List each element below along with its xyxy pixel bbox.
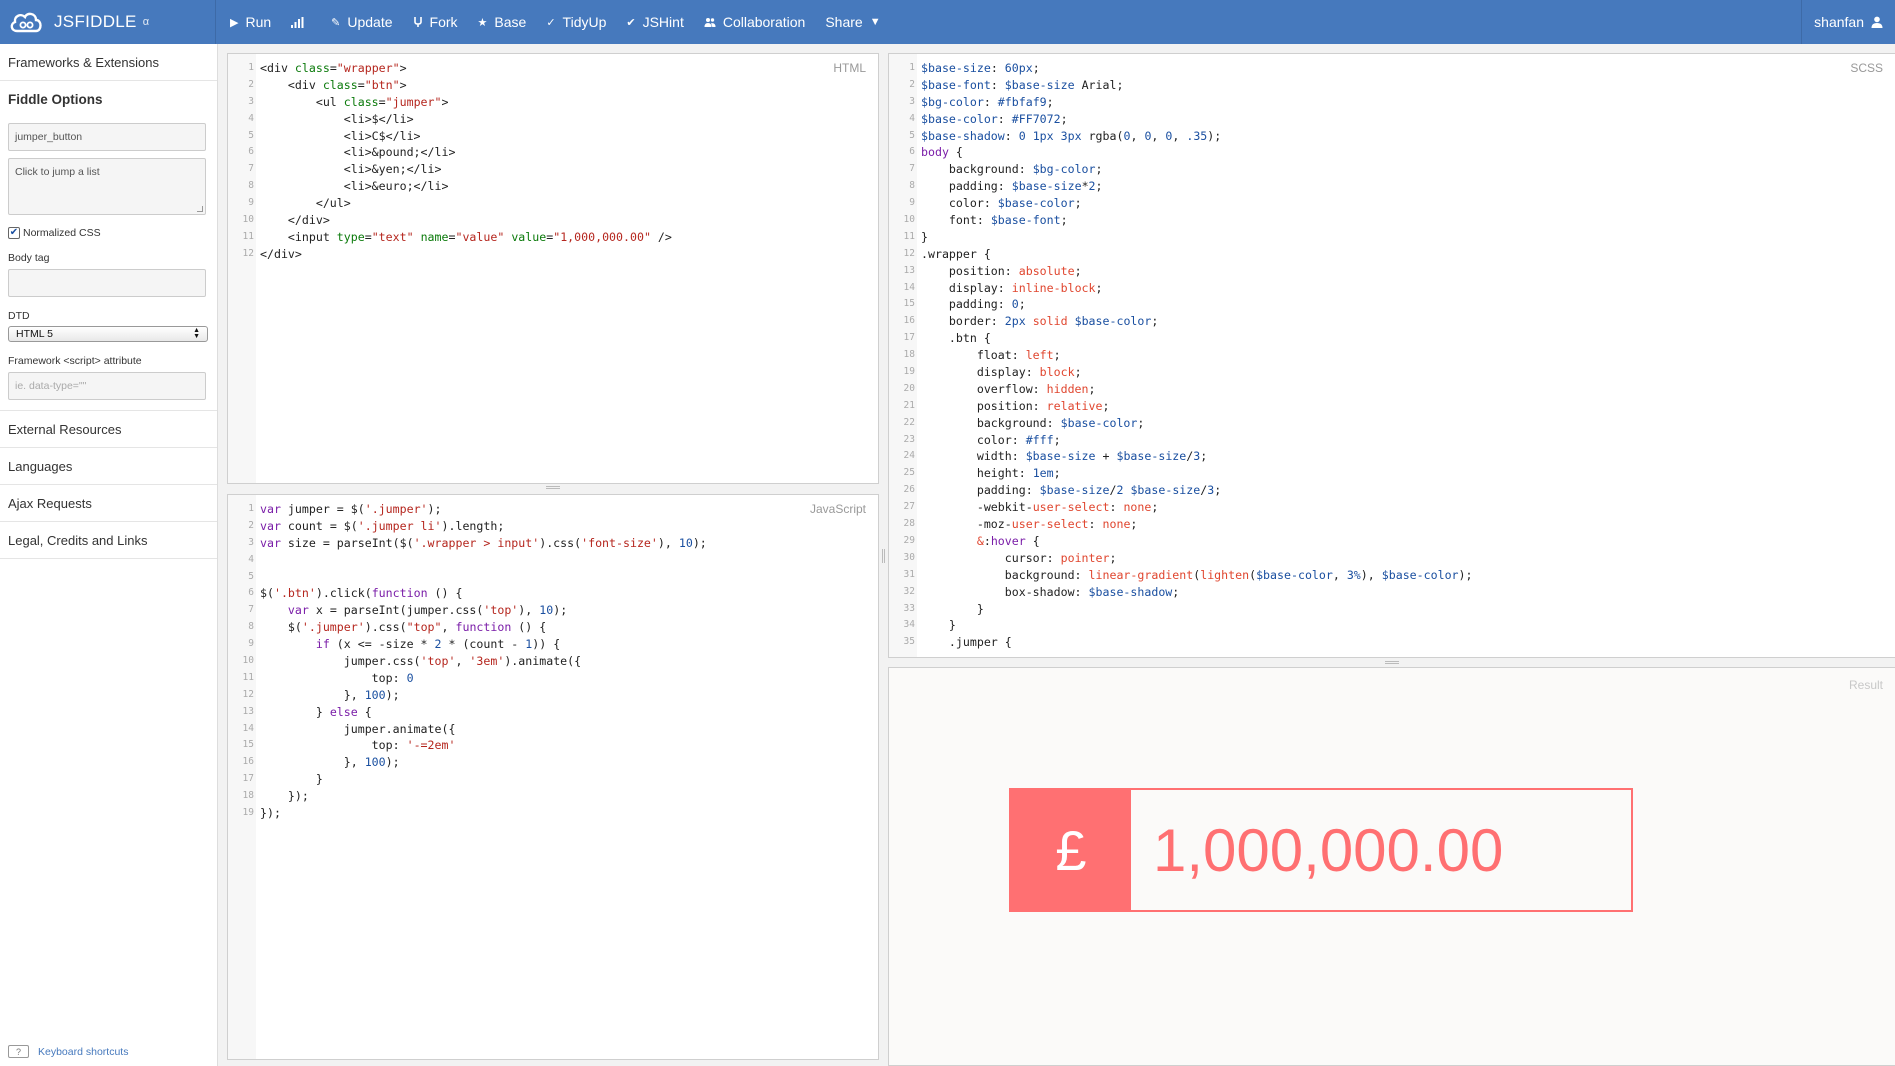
bar-chart-icon: [291, 16, 304, 28]
body-tag-label: Body tag: [8, 252, 50, 264]
run-label: Run: [245, 14, 272, 30]
horizontal-resize-handle[interactable]: [1385, 661, 1399, 664]
css-editor-panel[interactable]: SCSS 1 $base-size: 60px; 2 $base-font: $ba…: [888, 53, 1895, 658]
framework-attr-placeholder: ie. data-type="": [15, 380, 87, 392]
sidebar-item-label: Legal, Credits and Links: [8, 532, 148, 548]
base-label: Base: [494, 14, 527, 30]
currency-symbol: £: [1055, 818, 1087, 882]
sidebar-item-languages[interactable]: Languages: [0, 448, 217, 485]
vertical-resize-handle[interactable]: [882, 549, 885, 563]
fiddle-name-value: jumper_button: [15, 131, 83, 143]
stats-button[interactable]: [281, 0, 321, 44]
brand-badge: α: [142, 16, 150, 28]
tidyup-label: TidyUp: [562, 14, 607, 30]
users-icon: [704, 18, 716, 27]
scss-panel-label: SCSS: [1838, 61, 1895, 75]
top-bar: JSFIDDLE α ▶ Run ✎ Update Fork ★ Base ✓ …: [0, 0, 1895, 44]
pencil-icon: ✎: [331, 16, 341, 29]
normalized-css-label: Normalized CSS: [23, 227, 101, 239]
value-input[interactable]: 1,000,000.00: [1131, 790, 1631, 910]
dtd-select[interactable]: HTML 5 ▲ ▼: [8, 326, 208, 342]
keyboard-shortcuts-label: Keyboard shortcuts: [38, 1045, 129, 1058]
body-tag-input[interactable]: [8, 269, 206, 297]
sidebar: Frameworks & Extensions Fiddle Options j…: [0, 44, 218, 1066]
keyboard-icon: ?: [8, 1045, 29, 1058]
result-panel[interactable]: Result £ 1,000,000.00: [888, 667, 1895, 1066]
fork-button[interactable]: Fork: [403, 0, 468, 44]
keyboard-shortcuts-link[interactable]: ? Keyboard shortcuts: [8, 1045, 128, 1058]
framework-attr-label: Framework <script> attribute: [8, 355, 142, 367]
fiddle-options-title[interactable]: Fiddle Options: [8, 81, 209, 118]
sidebar-item-label: Ajax Requests: [8, 495, 92, 511]
currency-jump-button[interactable]: £: [1011, 790, 1131, 910]
result-panel-label: Result: [1848, 678, 1883, 692]
update-button[interactable]: ✎ Update: [321, 0, 402, 44]
base-button[interactable]: ★ Base: [468, 0, 537, 44]
fork-label: Fork: [429, 14, 458, 30]
star-icon: ★: [477, 16, 488, 29]
cloud-logo-icon: [10, 12, 42, 33]
brand-name: JSFIDDLE: [54, 12, 137, 31]
horizontal-resize-handle[interactable]: [546, 486, 560, 489]
select-arrows-icon: ▲ ▼: [193, 327, 200, 340]
currency-widget: £ 1,000,000.00: [1009, 788, 1633, 912]
logo-divider: [215, 0, 216, 44]
value-text: 1,000,000.00: [1153, 816, 1504, 884]
normalized-css-option[interactable]: ✔ Normalized CSS: [8, 227, 209, 239]
username: shanfan: [1814, 14, 1864, 30]
collaboration-label: Collaboration: [722, 14, 806, 30]
run-button[interactable]: ▶ Run: [220, 0, 281, 44]
sidebar-item-ajax-requests[interactable]: Ajax Requests: [0, 485, 217, 522]
fiddle-description-textarea[interactable]: Click to jump a list: [8, 158, 206, 215]
play-icon: ▶: [230, 16, 239, 29]
jshint-button[interactable]: ✔ JSHint: [616, 0, 693, 44]
sidebar-item-legal[interactable]: Legal, Credits and Links: [0, 522, 217, 559]
sidebar-item-external-resources[interactable]: External Resources: [0, 411, 217, 448]
fiddle-description-value: Click to jump a list: [15, 166, 100, 178]
toolbar: ▶ Run ✎ Update Fork ★ Base ✓ TidyUp ✔ JS…: [220, 0, 891, 44]
sidebar-item-label: External Resources: [8, 421, 122, 437]
sidebar-item-label: Frameworks & Extensions: [8, 54, 159, 70]
framework-attr-input[interactable]: ie. data-type="": [8, 372, 206, 400]
update-label: Update: [347, 14, 393, 30]
check-icon: ✔: [626, 16, 636, 29]
user-icon: [1871, 16, 1883, 28]
share-button[interactable]: Share ▼: [815, 0, 890, 44]
caret-down-icon: ▼: [869, 16, 881, 28]
jshint-label: JSHint: [642, 14, 684, 30]
html-editor-panel[interactable]: HTML 1 <div class="wrapper"> 2 <div class…: [227, 53, 879, 484]
fiddle-name-input[interactable]: jumper_button: [8, 123, 206, 151]
html-panel-label: HTML: [821, 61, 878, 75]
js-editor-panel[interactable]: JavaScript 1 var jumper = $('.jumper'); 2…: [227, 494, 879, 1060]
tidyup-button[interactable]: ✓ TidyUp: [536, 0, 616, 44]
dtd-label: DTD: [8, 310, 30, 322]
html-code[interactable]: 1 <div class="wrapper"> 2 <div class="btn…: [228, 60, 878, 263]
brush-icon: ✓: [546, 16, 556, 29]
share-label: Share: [825, 14, 863, 30]
fork-icon: [413, 17, 422, 27]
fiddle-options-panel: Fiddle Options jumper_button Click to ju…: [0, 81, 217, 411]
resize-grip-icon[interactable]: [197, 206, 203, 212]
logo[interactable]: JSFIDDLE α: [8, 7, 149, 37]
scss-code[interactable]: 1 $base-size: 60px; 2 $base-font: $base-si…: [889, 60, 1895, 651]
user-menu[interactable]: shanfan: [1801, 0, 1895, 44]
normalized-css-checkbox[interactable]: ✔: [8, 227, 20, 239]
dtd-value: HTML 5: [16, 328, 53, 340]
sidebar-item-frameworks[interactable]: Frameworks & Extensions: [0, 44, 217, 81]
js-code[interactable]: 1 var jumper = $('.jumper'); 2 var count =…: [228, 501, 878, 822]
sidebar-item-label: Languages: [8, 458, 73, 474]
js-panel-label: JavaScript: [797, 502, 878, 516]
collaboration-button[interactable]: Collaboration: [694, 0, 816, 44]
